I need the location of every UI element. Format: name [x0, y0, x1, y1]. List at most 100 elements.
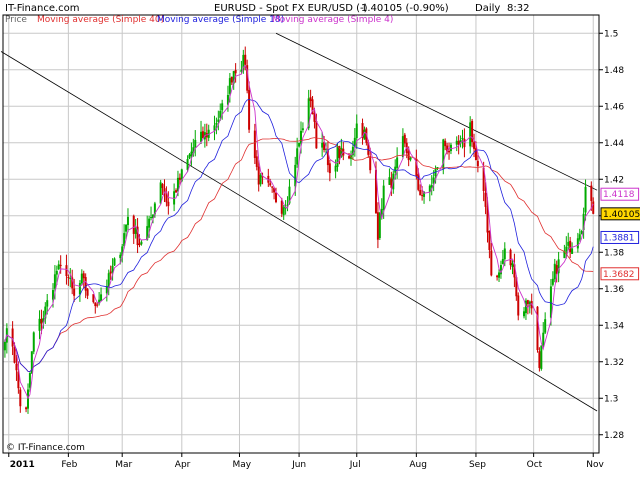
candle-up [542, 332, 545, 346]
x-tick-label: Oct [527, 460, 543, 470]
candle-up [334, 165, 337, 172]
candle-up [551, 278, 554, 285]
candle-down [84, 277, 87, 291]
candle-down [328, 163, 331, 174]
candle-down [109, 271, 112, 274]
y-tick-label: 1.32 [604, 358, 624, 368]
candle-down [19, 389, 22, 407]
candle-down [496, 275, 499, 278]
candle-up [498, 272, 501, 278]
candle-down [463, 138, 466, 148]
candle-down [82, 273, 85, 279]
candle-down [421, 195, 424, 197]
candle-up [126, 216, 129, 226]
x-tick-label: Jun [291, 460, 306, 470]
candle-down [417, 174, 420, 190]
candle-down [253, 130, 256, 158]
candle-down [138, 243, 141, 246]
candle-up [544, 319, 547, 333]
candle-up [148, 218, 151, 228]
candle-up [140, 241, 143, 245]
candle-down [369, 156, 372, 171]
candle-down [40, 319, 43, 324]
candle-down [25, 407, 28, 410]
x-tick-label: Jul [349, 460, 361, 470]
candle-up [553, 263, 556, 280]
candle-down [476, 160, 479, 167]
legend-price: Price [5, 15, 27, 25]
candle-down [271, 186, 274, 188]
candle-down [280, 200, 283, 214]
candle-up [46, 300, 49, 307]
candle-up [217, 119, 220, 122]
candle-up [150, 217, 153, 219]
candle-up [584, 186, 587, 213]
candle-down [161, 184, 164, 189]
price-boxes: 1.4118 1.40105 1.3881 1.3682 [600, 187, 640, 281]
legend-ma4: Moving average (Simple 4) [272, 15, 394, 25]
price-box-label-last: 1.40105 [603, 210, 640, 220]
candle-down [67, 277, 70, 279]
price-box-label-ma4: 1.4118 [603, 190, 635, 200]
candle-down [11, 328, 14, 347]
plot-frame [2, 14, 600, 454]
candle-down [178, 177, 181, 180]
candle-up [53, 274, 56, 289]
candle-up [113, 258, 116, 266]
x-tick-label: Feb [61, 460, 77, 470]
candle-up [469, 122, 472, 147]
candle-up [567, 241, 570, 246]
candle-up [57, 264, 60, 270]
candle-down [59, 264, 62, 267]
candle-up [32, 332, 35, 352]
x-tick-label: Nov [586, 460, 604, 470]
y-tick-label: 1.48 [604, 66, 624, 76]
candle-up [511, 263, 514, 267]
candle-up [80, 273, 83, 284]
y-tick-label: 1.5 [604, 29, 618, 39]
candle-up [259, 174, 262, 185]
candle-up [501, 258, 504, 264]
candle-down [275, 192, 278, 203]
candle-down [509, 249, 512, 266]
candle-up [503, 248, 506, 260]
y-tick-label: 1.34 [604, 321, 624, 331]
y-tick-label: 1.28 [604, 431, 624, 441]
candle-up [394, 166, 397, 173]
candle-down [230, 76, 233, 83]
candle-down [73, 288, 76, 296]
candle-down [592, 201, 595, 214]
candle-down [257, 166, 260, 185]
grid [3, 15, 599, 453]
candle-down [474, 148, 477, 161]
candle-up [69, 278, 72, 280]
price-chart: 1.281.31.321.341.361.381.41.421.441.461.… [0, 14, 640, 470]
candle-up [388, 177, 391, 185]
candle-up [298, 142, 301, 147]
candle-up [396, 157, 399, 168]
candle-down [234, 69, 237, 74]
candle-up [55, 270, 58, 275]
candle-down [526, 300, 529, 304]
candle-up [540, 345, 543, 370]
candle-up [3, 341, 6, 351]
time-label: 8:32 [507, 3, 530, 14]
x-tick-label: Sep [469, 460, 486, 470]
candle-down [488, 230, 491, 250]
candle-up [382, 185, 385, 210]
candle-down [94, 302, 97, 307]
candle-down [309, 97, 312, 101]
candle-up [576, 238, 579, 249]
y-tick-label: 1.38 [604, 248, 624, 258]
candle-down [244, 54, 247, 65]
candle-down [167, 201, 170, 207]
x-tick-label: Apr [175, 460, 191, 470]
candle-down [403, 134, 406, 144]
x-tick-label: Aug [409, 460, 427, 470]
price-box-label-ma18: 1.3881 [603, 233, 635, 243]
candle-down [536, 306, 539, 351]
candle-down [419, 189, 422, 196]
x-tick-label: 2011 [10, 460, 35, 470]
candle-up [578, 234, 581, 240]
candle-up [38, 318, 41, 331]
